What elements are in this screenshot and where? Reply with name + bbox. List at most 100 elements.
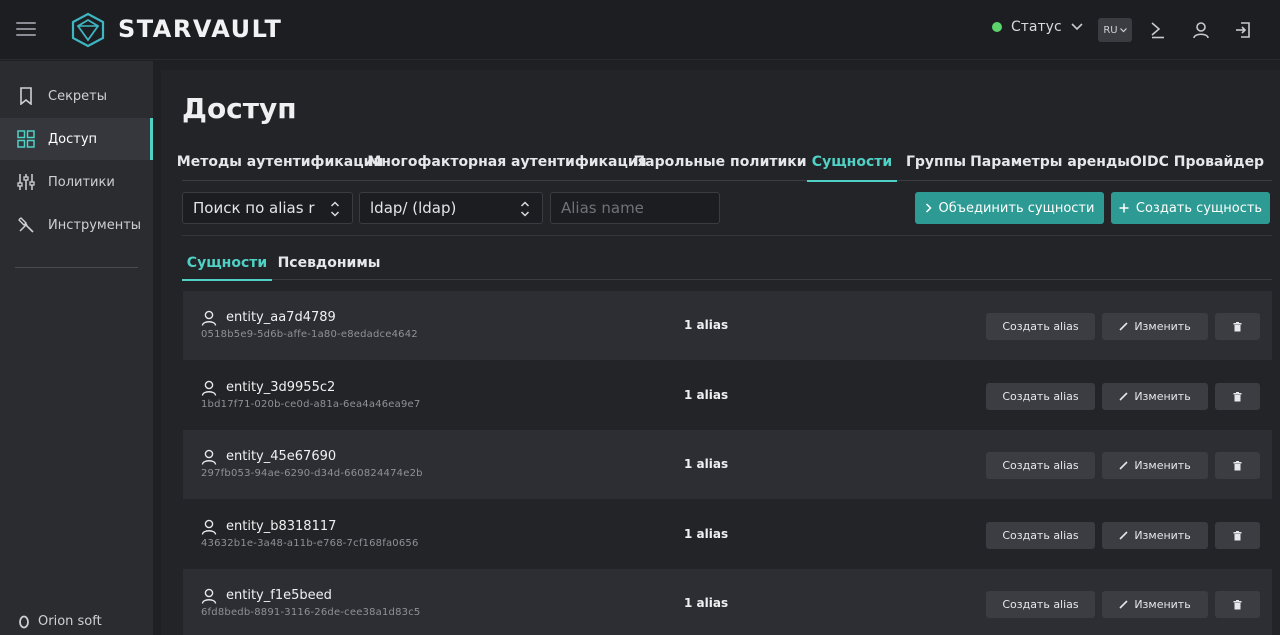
create-alias-label: Создать alias [1002, 459, 1079, 472]
mount-value: ldap/ (ldap) [370, 199, 457, 217]
create-alias-button[interactable]: Создать alias [986, 452, 1095, 479]
sidebar-item-tools[interactable]: Инструменты [0, 204, 153, 246]
bookmark-icon [16, 86, 36, 106]
table-row[interactable]: entity_3d9955c2 1bd17f71-020b-ce0d-a81a-6… [183, 361, 1272, 430]
updown-arrows-icon [330, 201, 340, 217]
create-entity-button[interactable]: Создать сущность [1111, 192, 1270, 224]
user-icon [201, 519, 217, 535]
mount-select[interactable]: ldap/ (ldap) [359, 192, 543, 224]
delete-button[interactable] [1215, 522, 1260, 549]
tab-lease-params[interactable]: Параметры аренды [970, 143, 1130, 181]
terminal-icon[interactable] [1146, 18, 1170, 42]
subtab-aliases[interactable]: Псевдонимы [278, 246, 381, 280]
sidebar-item-secrets[interactable]: Секреты [0, 75, 153, 117]
tab-auth-methods[interactable]: Методы аутентификации [177, 143, 383, 181]
entity-name[interactable]: entity_b8318117 [226, 519, 336, 534]
footer-brand-label: Orion soft [38, 614, 102, 629]
alias-count: 1 alias [684, 388, 729, 402]
sidebar-item-policies[interactable]: Политики [0, 161, 153, 203]
language-selector[interactable]: RU [1098, 18, 1132, 42]
status-label: Статус [1011, 19, 1062, 35]
create-alias-button[interactable]: Создать alias [986, 313, 1095, 340]
sidebar-item-access[interactable]: Доступ [0, 118, 153, 160]
create-alias-label: Создать alias [1002, 390, 1079, 403]
subtab-entities[interactable]: Сущности [182, 246, 272, 281]
user-icon[interactable] [1189, 18, 1213, 42]
chevron-right-icon [925, 203, 932, 213]
pencil-icon [1119, 531, 1128, 540]
tab-password-policies[interactable]: Парольные политики [633, 143, 806, 181]
tools-icon [16, 215, 36, 235]
trash-icon [1233, 599, 1242, 609]
tab-oidc-provider[interactable]: OIDC Провайдер [1130, 143, 1264, 181]
language-label: RU [1103, 24, 1118, 36]
table-row[interactable]: entity_f1e5beed 6fd8bedb-8891-3116-26de-c… [183, 569, 1272, 635]
merge-entities-button[interactable]: Объединить сущности [915, 192, 1104, 224]
logo-text: STARVAULT [118, 15, 283, 43]
sidebar: Секреты Доступ Политики Инструменты Orio… [0, 61, 153, 635]
logout-icon[interactable] [1231, 18, 1255, 42]
edit-button[interactable]: Изменить [1102, 383, 1208, 410]
entity-id: 1bd17f71-020b-ce0d-a81a-6ea4a46ea9e7 [201, 399, 421, 410]
search-type-value: Поиск по alias r [193, 199, 315, 217]
edit-button[interactable]: Изменить [1102, 313, 1208, 340]
alias-count: 1 alias [684, 457, 729, 471]
user-icon [201, 380, 217, 396]
pencil-icon [1119, 600, 1128, 609]
delete-button[interactable] [1215, 383, 1260, 410]
delete-button[interactable] [1215, 452, 1260, 479]
trash-icon [1233, 460, 1242, 470]
create-alias-button[interactable]: Создать alias [986, 383, 1095, 410]
access-tabs: Методы аутентификации Многофакторная аут… [177, 143, 1272, 182]
user-icon [201, 449, 217, 465]
entity-name[interactable]: entity_45e67690 [226, 449, 336, 464]
sidebar-item-label: Инструменты [48, 217, 142, 233]
footer-brand: Orion soft [18, 614, 102, 629]
create-alias-label: Создать alias [1002, 598, 1079, 611]
divider [182, 235, 1272, 236]
create-alias-label: Создать alias [1002, 529, 1079, 542]
trash-icon [1233, 391, 1242, 401]
entity-name[interactable]: entity_f1e5beed [226, 588, 332, 603]
status-dot [992, 22, 1002, 32]
table-row[interactable]: entity_45e67690 297fb053-94ae-6290-d34d-6… [183, 430, 1272, 499]
edit-label: Изменить [1134, 529, 1191, 542]
updown-arrows-icon [520, 201, 530, 217]
edit-label: Изменить [1134, 320, 1191, 333]
page-title: Доступ [182, 92, 297, 125]
edit-button[interactable]: Изменить [1102, 591, 1208, 618]
create-alias-button[interactable]: Создать alias [986, 522, 1095, 549]
sidebar-divider [15, 267, 138, 268]
user-icon [201, 310, 217, 326]
entity-name[interactable]: entity_aa7d4789 [226, 310, 336, 325]
create-entity-label: Создать сущность [1135, 200, 1263, 216]
alias-name-input[interactable] [550, 192, 720, 224]
sidebar-item-label: Политики [48, 174, 115, 190]
search-type-select[interactable]: Поиск по alias r [182, 192, 353, 224]
tab-groups[interactable]: Группы [904, 143, 968, 181]
chevron-down-icon [1119, 27, 1127, 32]
edit-label: Изменить [1134, 459, 1191, 472]
edit-button[interactable]: Изменить [1102, 522, 1208, 549]
table-row[interactable]: entity_b8318117 43632b1e-3a48-a11b-e768-7… [183, 500, 1272, 569]
delete-button[interactable] [1215, 313, 1260, 340]
chevron-down-icon [1071, 23, 1083, 31]
create-alias-label: Создать alias [1002, 320, 1079, 333]
sidebar-item-label: Секреты [48, 88, 108, 104]
delete-button[interactable] [1215, 591, 1260, 618]
table-row[interactable]: entity_aa7d4789 0518b5e9-5d6b-affe-1a80-e… [183, 291, 1272, 360]
status-dropdown[interactable]: Статус [992, 19, 1083, 35]
entity-subtabs: Сущности Псевдонимы [182, 246, 1272, 281]
edit-label: Изменить [1134, 598, 1191, 611]
tab-mfa[interactable]: Многофакторная аутентификация [367, 143, 646, 181]
tab-entities[interactable]: Сущности [807, 143, 897, 182]
sidebar-item-label: Доступ [48, 131, 98, 147]
pencil-icon [1119, 461, 1128, 470]
sliders-icon [16, 172, 36, 192]
merge-entities-label: Объединить сущности [938, 200, 1095, 216]
edit-button[interactable]: Изменить [1102, 452, 1208, 479]
edit-label: Изменить [1134, 390, 1191, 403]
entity-name[interactable]: entity_3d9955c2 [226, 380, 335, 395]
create-alias-button[interactable]: Создать alias [986, 591, 1095, 618]
menu-icon[interactable] [16, 20, 36, 38]
